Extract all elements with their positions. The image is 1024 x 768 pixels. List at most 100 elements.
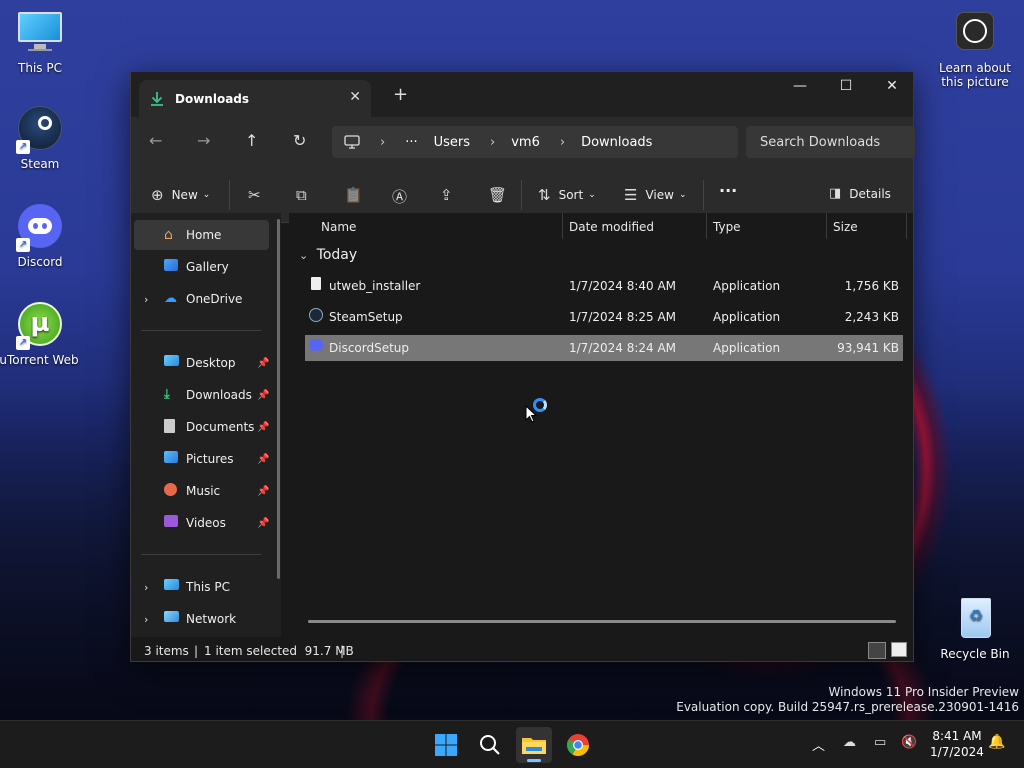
group-header[interactable]: ⌄ Today: [299, 247, 357, 263]
show-hidden-icons-chevron-icon[interactable]: ︿: [812, 735, 825, 754]
new-tab-button[interactable]: +: [393, 84, 408, 105]
minimize-button[interactable]: —: [777, 72, 823, 104]
sidebar-item-downloads[interactable]: ⤓ Downloads 📌: [134, 380, 269, 410]
file-explorer-window: Downloads ✕ + — ☐ ✕ ← → ↑ ↻ › ··· Users …: [130, 71, 915, 662]
cut-button[interactable]: ✂: [248, 186, 261, 204]
back-arrow-icon[interactable]: ←: [149, 131, 162, 150]
details-button[interactable]: ◨ Details: [829, 186, 891, 201]
file-date: 1/7/2024 8:25 AM: [569, 310, 677, 324]
column-divider[interactable]: [826, 213, 827, 239]
desktop-icon-this-pc[interactable]: This PC: [0, 10, 80, 75]
column-header-size[interactable]: Size: [833, 220, 858, 234]
file-type: Application: [713, 310, 781, 324]
desktop-icon-discord[interactable]: ↗ Discord: [0, 204, 80, 269]
up-arrow-icon[interactable]: ↑: [245, 131, 258, 150]
volume-muted-icon[interactable]: 🔇: [901, 735, 917, 750]
delete-button[interactable]: 🗑: [488, 186, 507, 204]
breadcrumb-more[interactable]: ···: [405, 135, 417, 150]
close-button[interactable]: ✕: [869, 72, 915, 104]
search-input[interactable]: Search Downloads: [746, 126, 915, 158]
desktop-icon-steam[interactable]: ↗ Steam: [0, 106, 80, 171]
search-placeholder: Search Downloads: [760, 134, 881, 150]
time: 8:41 AM: [932, 729, 982, 743]
network-icon[interactable]: ▭: [874, 735, 886, 750]
tab-close-button[interactable]: ✕: [349, 89, 361, 105]
explorer-body: ⌂ Home Gallery › ☁ OneDrive Desktop 📌 ⤓ …: [131, 213, 913, 637]
forward-arrow-icon[interactable]: →: [197, 131, 210, 150]
sidebar-item-network[interactable]: › Network: [134, 604, 269, 634]
download-icon: ⤓: [164, 387, 170, 402]
sidebar-item-music[interactable]: Music 📌: [134, 476, 269, 506]
copy-button[interactable]: ⧉: [296, 186, 307, 204]
chevron-down-icon: ⌄: [678, 190, 687, 200]
scissors-icon: ✂: [248, 186, 261, 204]
table-row[interactable]: DiscordSetup 1/7/2024 8:24 AM Applicatio…: [305, 335, 903, 361]
breadcrumb-downloads[interactable]: Downloads: [581, 135, 652, 150]
sidebar-item-gallery[interactable]: Gallery: [134, 252, 269, 282]
status-divider: |: [194, 644, 199, 658]
breadcrumb-vm6[interactable]: vm6: [511, 135, 540, 150]
column-divider[interactable]: [562, 213, 563, 239]
sidebar-item-this-pc[interactable]: › This PC: [134, 572, 269, 602]
sidebar-item-pictures[interactable]: Pictures 📌: [134, 444, 269, 474]
file-size: 2,243 KB: [844, 310, 899, 324]
group-label: Today: [316, 247, 358, 263]
sort-button[interactable]: ⇅ Sort ⌄: [538, 186, 596, 204]
sidebar-item-label: Videos: [186, 516, 226, 530]
trash-icon: 🗑: [488, 186, 508, 204]
breadcrumb-users[interactable]: Users: [434, 135, 470, 150]
table-row[interactable]: utweb_installer 1/7/2024 8:40 AM Applica…: [305, 273, 903, 299]
navigation-bar: ← → ↑ ↻ › ··· Users › vm6 › Downloads Se…: [131, 117, 915, 167]
search-button[interactable]: [472, 727, 508, 763]
sort-label: Sort: [558, 188, 584, 202]
status-divider: |: [340, 644, 345, 658]
tab-downloads[interactable]: Downloads ✕: [139, 80, 371, 117]
column-header-type[interactable]: Type: [713, 220, 741, 234]
paste-button[interactable]: 📋: [344, 186, 363, 204]
desktop-icon-utorrent[interactable]: µ ↗ uTorrent Web: [0, 302, 80, 367]
rename-button[interactable]: Ⓐ: [392, 186, 407, 207]
horizontal-scrollbar[interactable]: [308, 620, 896, 623]
refresh-icon[interactable]: ↻: [293, 131, 306, 150]
sidebar-item-desktop[interactable]: Desktop 📌: [134, 348, 269, 378]
share-button[interactable]: ⇪: [440, 186, 453, 204]
view-list-icon: ☰: [624, 186, 638, 204]
table-row[interactable]: SteamSetup 1/7/2024 8:25 AM Application …: [305, 304, 903, 330]
address-bar[interactable]: › ··· Users › vm6 › Downloads: [332, 126, 738, 158]
desktop-icon-recycle-bin[interactable]: ♻ Recycle Bin: [935, 596, 1015, 661]
column-header-date[interactable]: Date modified: [569, 220, 654, 234]
chevron-right-icon[interactable]: ›: [144, 613, 148, 626]
chevron-down-icon: ⌄: [299, 249, 309, 262]
desktop-icon-learn-about-picture[interactable]: Learn about this picture: [935, 10, 1015, 89]
details-view-toggle-icon[interactable]: [868, 642, 886, 659]
sidebar-item-label: Downloads: [186, 388, 252, 402]
column-divider[interactable]: [906, 213, 907, 239]
chevron-down-icon: ⌄: [588, 190, 596, 200]
pin-icon: 📌: [257, 485, 270, 497]
view-button[interactable]: ☰ View ⌄: [624, 186, 686, 204]
column-header-name[interactable]: Name: [321, 220, 356, 234]
details-pane-icon: ◨: [829, 186, 842, 201]
steam-icon: [309, 308, 323, 325]
chevron-right-icon[interactable]: ›: [144, 293, 148, 306]
breadcrumb-separator: ›: [490, 134, 496, 150]
sidebar-scrollbar[interactable]: [277, 219, 280, 579]
sort-icon: ⇅: [538, 186, 551, 204]
chevron-right-icon[interactable]: ›: [144, 581, 148, 594]
large-icons-view-toggle-icon[interactable]: [891, 642, 907, 657]
sidebar-item-documents[interactable]: Documents 📌: [134, 412, 269, 442]
more-options-button[interactable]: ···: [719, 181, 737, 200]
document-icon: [164, 419, 182, 435]
column-divider[interactable]: [706, 213, 707, 239]
maximize-button[interactable]: ☐: [823, 72, 869, 104]
sidebar-item-videos[interactable]: Videos 📌: [134, 508, 269, 538]
start-button[interactable]: [428, 727, 464, 763]
notification-bell-icon[interactable]: 🔔: [988, 734, 1005, 750]
new-button[interactable]: ⊕ New ⌄: [151, 186, 210, 204]
sidebar-item-onedrive[interactable]: › ☁ OneDrive: [134, 284, 269, 314]
sidebar-item-home[interactable]: ⌂ Home: [134, 220, 269, 250]
taskbar-chrome[interactable]: [560, 727, 596, 763]
clock[interactable]: 8:41 AM 1/7/2024: [929, 728, 985, 760]
onedrive-offline-icon[interactable]: ☁: [843, 735, 856, 750]
taskbar-file-explorer[interactable]: [516, 727, 552, 763]
